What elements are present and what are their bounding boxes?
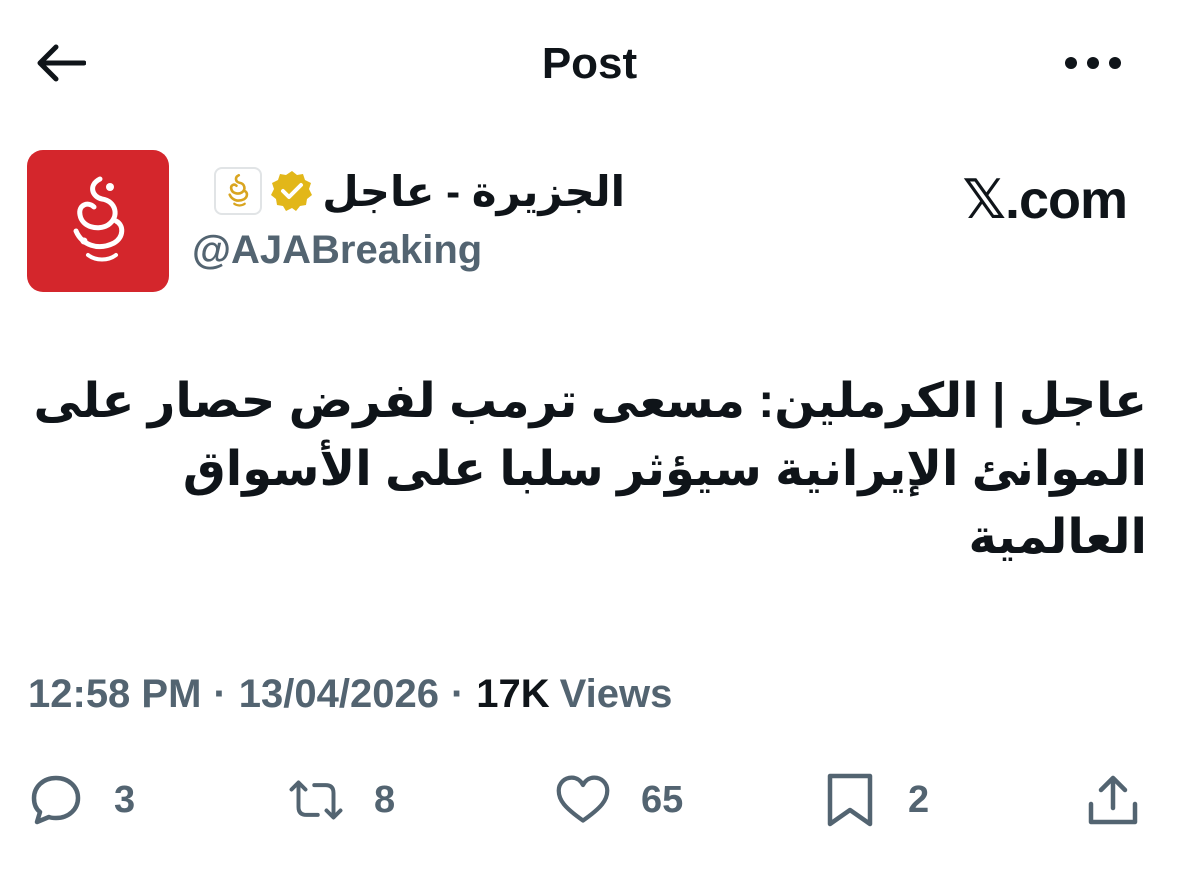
share-icon: [1088, 775, 1138, 825]
bookmark-button[interactable]: 2: [822, 760, 929, 840]
author-info: الجزيرة - عاجل @AJABreaking: [190, 160, 650, 280]
aljazeera-logo-icon: [228, 173, 249, 207]
separator: ·: [213, 671, 227, 716]
like-button[interactable]: 65: [555, 760, 683, 840]
tweet-text-line: الموانئ الإيرانية سيؤثر سلبا على الأسواق: [182, 443, 1147, 496]
views-count[interactable]: 17K: [476, 672, 549, 717]
repost-icon: [289, 780, 343, 820]
bookmark-icon: [827, 773, 873, 827]
bookmark-count: 2: [908, 778, 930, 821]
repost-button[interactable]: 8: [288, 760, 395, 840]
views-label[interactable]: Views: [560, 672, 673, 717]
tweet-time[interactable]: 12:58 PM: [28, 672, 201, 717]
heart-icon: [556, 775, 610, 823]
author-name-row: الجزيرة - عاجل: [214, 160, 625, 222]
tweet-text-line: العالمية: [968, 511, 1148, 564]
action-bar: 3 8 65 2: [0, 760, 1179, 840]
like-count: 65: [641, 778, 684, 821]
reply-count: 3: [114, 778, 136, 821]
top-bar: Post: [0, 0, 1179, 125]
repost-count: 8: [374, 778, 396, 821]
tweet-meta: 12:58 PM · 13/04/2026 · 17K Views: [28, 664, 672, 724]
share-button[interactable]: [1085, 760, 1141, 840]
avatar[interactable]: [27, 150, 169, 292]
reply-button[interactable]: 3: [28, 760, 135, 840]
verified-badge-icon[interactable]: [270, 169, 314, 213]
tweet-date[interactable]: 13/04/2026: [239, 672, 439, 717]
separator: ·: [450, 671, 465, 716]
watermark: 𝕏.com: [962, 170, 1128, 230]
tweet-text-line: عاجل | الكرملين: مسعى ترمب لفرض حصار على: [33, 375, 1148, 428]
author-display-name[interactable]: الجزيرة - عاجل: [322, 167, 625, 216]
page-title: Post: [541, 39, 638, 88]
more-horizontal-icon: [1065, 57, 1121, 69]
tweet-text: عاجل | الكرملين: مسعى ترمب لفرض حصار على…: [27, 368, 1148, 572]
aljazeera-logo-icon: [73, 176, 125, 262]
author-handle[interactable]: @AJABreaking: [192, 228, 482, 273]
affiliate-badge[interactable]: [214, 167, 263, 215]
reply-icon: [31, 775, 81, 825]
more-options-button[interactable]: [1058, 40, 1128, 86]
